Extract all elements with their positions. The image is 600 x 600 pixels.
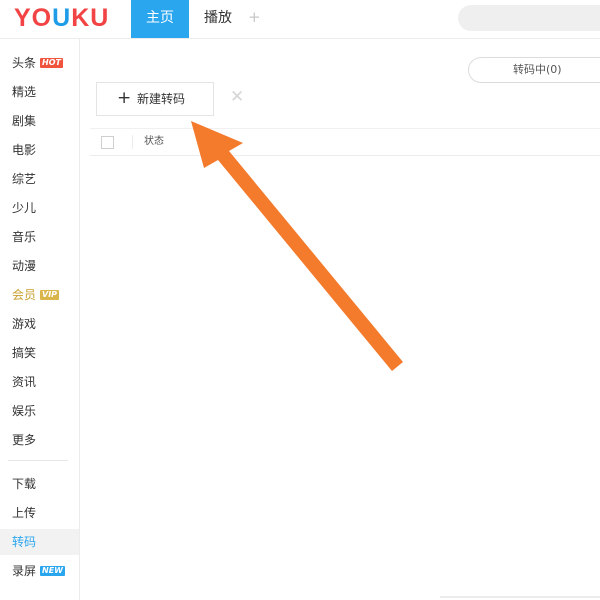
select-all-checkbox[interactable] [101,136,114,149]
sidebar-item-label: 搞笑 [12,346,37,360]
logo-part-1: YO [14,4,53,32]
sidebar-item-kids[interactable]: 少儿 [0,195,79,221]
new-transcode-label: 新建转码 [137,92,186,106]
vip-badge: VIP [40,290,60,300]
transcoding-in-progress-tab[interactable]: 转码中(0) [468,57,600,83]
tab-home[interactable]: 主页 [131,0,189,38]
sidebar-item-games[interactable]: 游戏 [0,311,79,337]
sidebar-item-label: 娱乐 [12,404,37,418]
top-bar: YOUKU 主页 播放 + [0,0,600,39]
sidebar-item-anime[interactable]: 动漫 [0,253,79,279]
arrow-shape [191,121,403,371]
add-tab-button[interactable]: + [248,0,261,38]
sidebar-item-member[interactable]: 会员 VIP [0,282,79,308]
sidebar-item-transcode[interactable]: 转码 [0,529,79,555]
sidebar-item-entertainment[interactable]: 娱乐 [0,398,79,424]
sidebar: 头条 HOT 精选 剧集 电影 综艺 少儿 音乐 动漫 会员 VIP 游戏 搞笑… [0,39,80,600]
sidebar-item-more[interactable]: 更多 [0,427,79,453]
logo-part-2: U [52,4,72,32]
sidebar-item-label: 游戏 [12,317,37,331]
plus-icon: + [117,88,132,108]
hot-badge: HOT [40,58,63,68]
column-header-status[interactable]: 状态 [144,135,164,149]
sidebar-item-label: 录屏 [12,564,37,578]
search-input[interactable] [458,5,600,31]
sidebar-item-label: 头条 [12,56,37,70]
sidebar-item-featured[interactable]: 精选 [0,79,79,105]
sidebar-item-label: 少儿 [12,201,37,215]
sidebar-item-screen-record[interactable]: 录屏 NEW [0,558,79,584]
annotation-arrow-icon [191,121,403,371]
new-badge: NEW [40,566,65,576]
sidebar-item-label: 资讯 [12,375,37,389]
sidebar-item-news[interactable]: 资讯 [0,369,79,395]
sidebar-item-label: 综艺 [12,172,37,186]
sidebar-item-upload[interactable]: 上传 [0,500,79,526]
sidebar-item-headlines[interactable]: 头条 HOT [0,50,79,76]
sidebar-item-music[interactable]: 音乐 [0,224,79,250]
new-transcode-button[interactable]: + 新建转码 [96,82,214,116]
youku-logo[interactable]: YOUKU [14,3,109,33]
bottom-border [440,596,600,598]
sidebar-item-label: 更多 [12,433,37,447]
table-header: 状态 [90,128,600,156]
tab-play[interactable]: 播放 [196,0,240,38]
logo-part-3: KU [71,4,110,32]
sidebar-item-label: 转码 [12,535,37,549]
sidebar-item-label: 电影 [12,143,37,157]
sidebar-item-label: 精选 [12,85,37,99]
sidebar-item-download[interactable]: 下载 [0,471,79,497]
sidebar-item-label: 会员 [12,288,37,302]
sidebar-item-variety[interactable]: 综艺 [0,166,79,192]
column-divider [132,135,133,149]
sidebar-item-label: 下载 [12,477,37,491]
transcoding-tab-label: 转码中(0) [513,63,562,76]
sidebar-divider [8,460,68,461]
sidebar-item-label: 剧集 [12,114,37,128]
sidebar-item-label: 上传 [12,506,37,520]
sidebar-item-movies[interactable]: 电影 [0,137,79,163]
close-icon[interactable]: ✕ [230,87,244,107]
sidebar-item-label: 音乐 [12,230,37,244]
sidebar-item-series[interactable]: 剧集 [0,108,79,134]
sidebar-item-label: 动漫 [12,259,37,273]
sidebar-item-funny[interactable]: 搞笑 [0,340,79,366]
